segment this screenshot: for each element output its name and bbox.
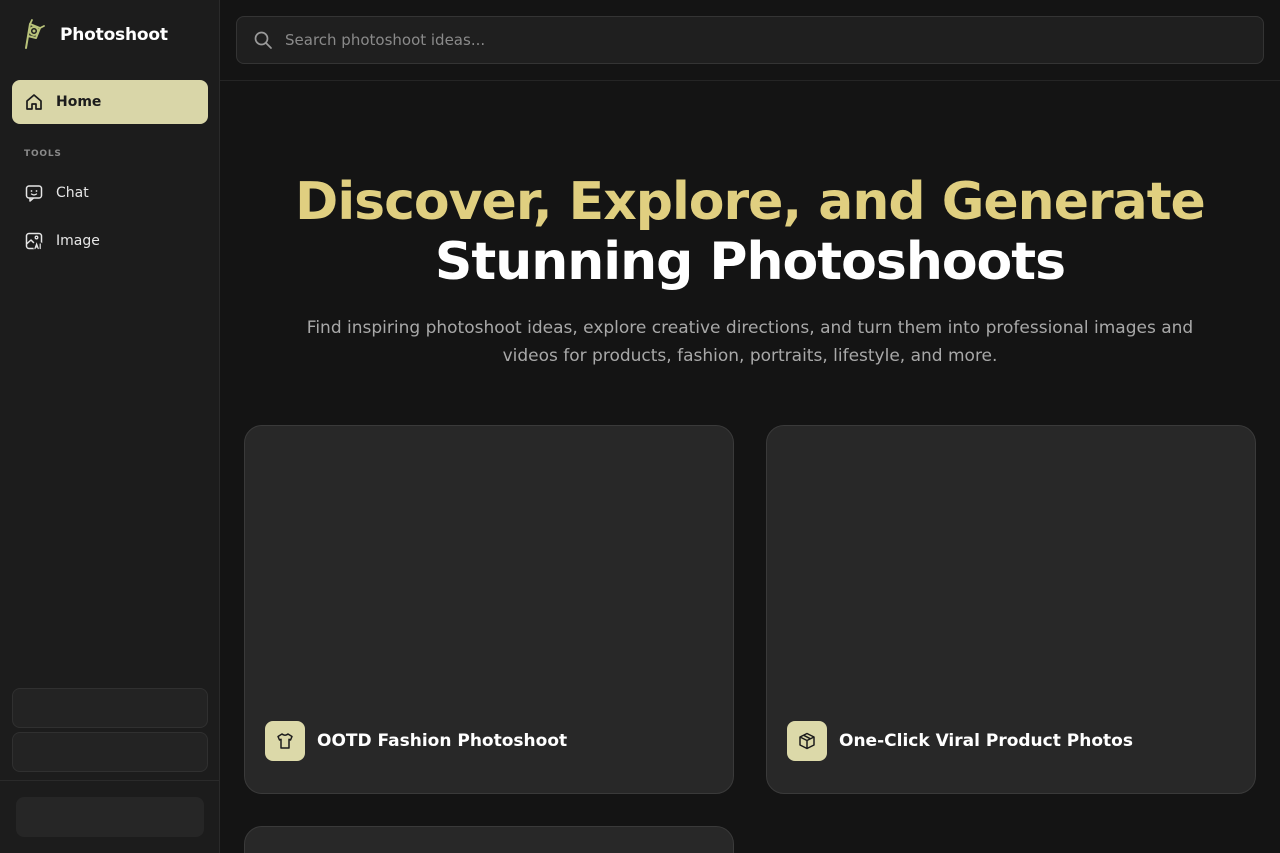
tools-section-label: TOOLS [24, 149, 62, 159]
card-title: OOTD Fashion Photoshoot [317, 731, 568, 751]
photoshoot-card-product[interactable]: One-Click Viral Product Photos [766, 425, 1256, 794]
box-icon [799, 732, 815, 750]
sidebar-divider [0, 780, 219, 781]
search-input[interactable] [285, 31, 1263, 49]
photoshoot-card-partial[interactable] [244, 826, 734, 853]
hero-title-main: Stunning Photoshoots [434, 232, 1066, 292]
brand[interactable]: Photoshoot [18, 18, 168, 52]
sidebar-item-label: Image [56, 233, 100, 249]
search-icon [254, 31, 272, 49]
sidebar-item-image[interactable]: Image [12, 221, 208, 261]
logo-icon [25, 19, 45, 49]
sidebar-placeholder-card [12, 732, 208, 772]
sidebar-item-label: Chat [56, 185, 89, 201]
hero-title: Discover, Explore, and Generate Stunning… [220, 172, 1280, 292]
top-bar [220, 0, 1280, 81]
card-icon-badge [787, 721, 827, 761]
image-ai-icon [25, 232, 43, 250]
card-icon-badge [265, 721, 305, 761]
hero-subtitle: Find inspiring photoshoot ideas, explore… [306, 318, 1194, 366]
app-name: Photoshoot [60, 25, 168, 45]
chat-icon [25, 185, 43, 202]
sidebar-item-chat[interactable]: Chat [12, 173, 208, 213]
search-bar[interactable] [236, 16, 1264, 64]
user-profile-placeholder [16, 797, 204, 837]
hero: Discover, Explore, and Generate Stunning… [220, 172, 1280, 370]
photoshoot-card-ootd[interactable]: OOTD Fashion Photoshoot [244, 425, 734, 794]
tshirt-icon [277, 733, 293, 749]
home-icon [26, 94, 42, 110]
card-footer: OOTD Fashion Photoshoot [265, 721, 567, 761]
app-root: Photoshoot Home TOOLS Chat Image Search … [0, 0, 1280, 853]
card-footer: One-Click Viral Product Photos [787, 721, 1133, 761]
hero-title-accent: Discover, Explore, and Generate [295, 172, 1206, 232]
sidebar-item-home[interactable]: Home [12, 80, 208, 124]
card-title: One-Click Viral Product Photos [839, 731, 1133, 751]
sidebar-placeholder-card [12, 688, 208, 728]
sidebar-item-label: Home [56, 94, 102, 110]
sidebar: Photoshoot Home TOOLS Chat Image [0, 0, 220, 853]
